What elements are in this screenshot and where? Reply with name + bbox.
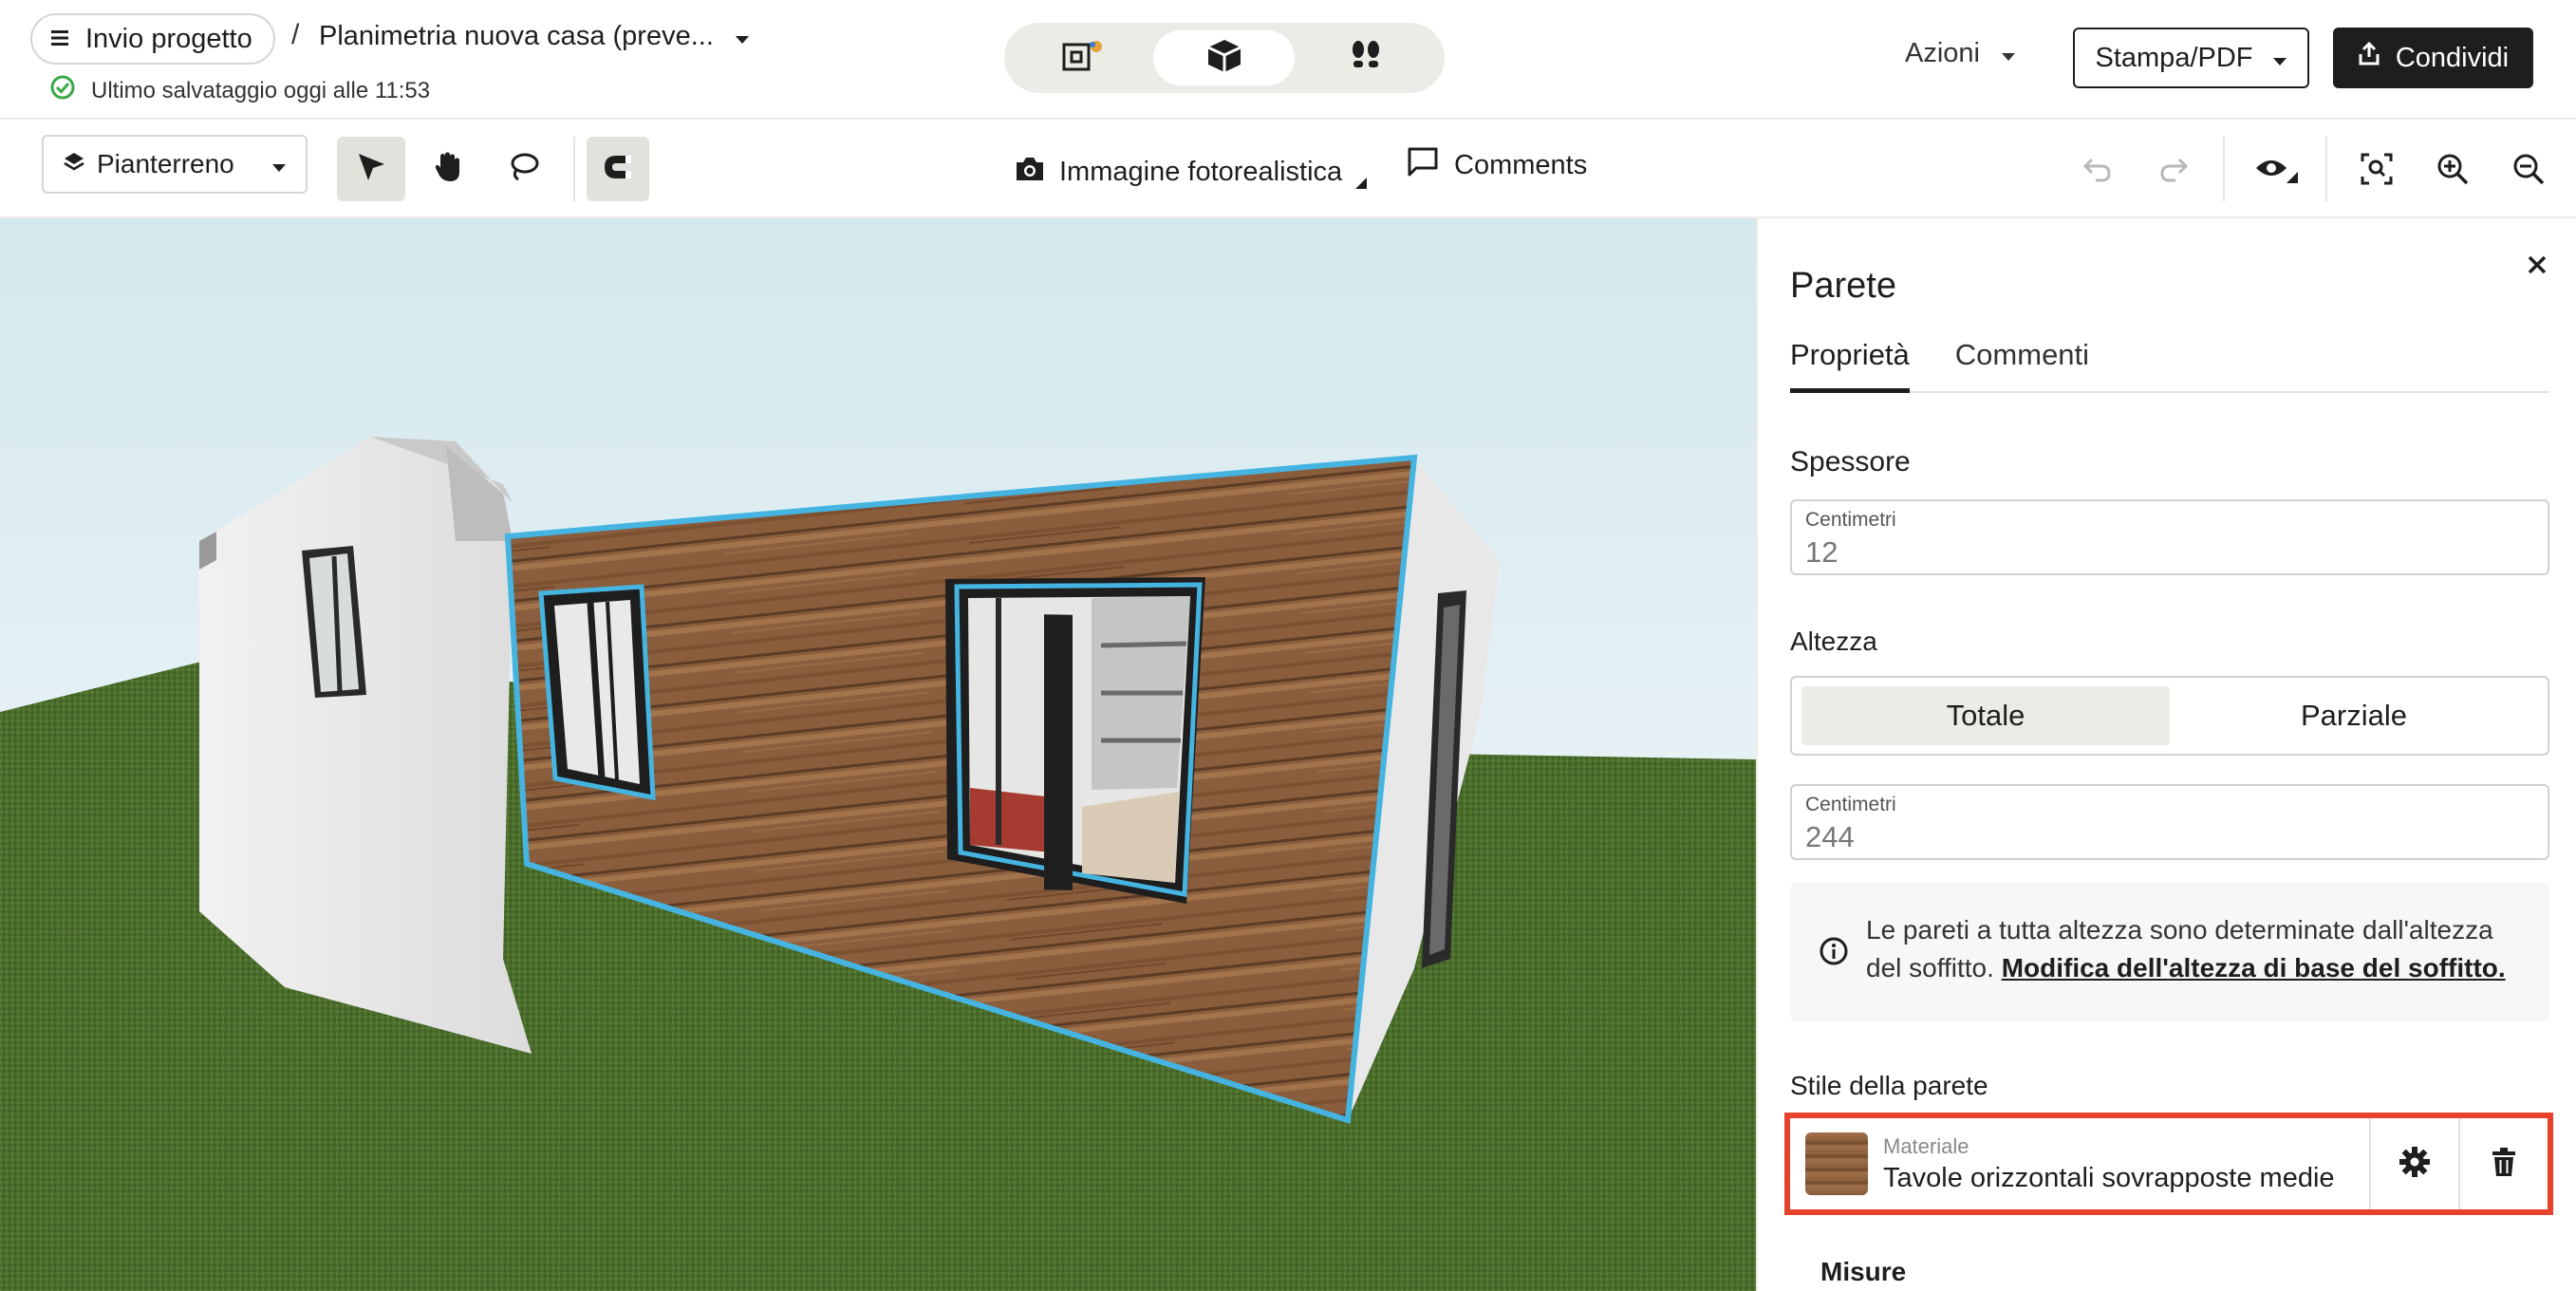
photorealistic-image-label: Immagine fotorealistica [1059, 157, 1343, 187]
height-total-option[interactable]: Totale [1801, 686, 2170, 745]
snap-toggle-button[interactable] [587, 137, 649, 201]
comment-bubble-icon [1407, 146, 1439, 184]
view-3d-button[interactable] [1153, 30, 1295, 85]
check-circle-icon [49, 74, 76, 107]
breadcrumb-separator: / [291, 19, 300, 50]
trash-icon [2491, 1147, 2517, 1182]
zoom-out-button[interactable] [2506, 148, 2551, 194]
thickness-field[interactable]: Centimetri 12 [1790, 499, 2549, 575]
project-menu-button[interactable]: Invio progetto [30, 13, 275, 65]
print-pdf-label: Stampa/PDF [2095, 42, 2253, 73]
actions-label: Azioni [1905, 38, 1980, 68]
undo-icon [2082, 156, 2113, 187]
floor-label: Pianterreno [97, 149, 234, 178]
3d-viewport[interactable] [0, 218, 1756, 1291]
wall-material-row[interactable]: Materiale Tavole orizzontali sovrapposte… [1784, 1113, 2553, 1215]
thickness-value: 12 [1805, 535, 1839, 569]
caret-down-icon [2001, 38, 2016, 69]
wall-window-small[interactable] [538, 584, 656, 801]
floorplan-2d-icon [1060, 37, 1106, 80]
select-tool-button[interactable] [337, 137, 405, 201]
zoom-in-button[interactable] [2430, 148, 2475, 194]
project-title-dropdown[interactable]: Planimetria nuova casa (preve... [319, 21, 750, 52]
comments-button[interactable]: Comments [1407, 146, 1587, 184]
corner-caret-icon [1355, 165, 1368, 196]
view-3d-icon [1205, 38, 1243, 79]
pan-hand-icon [433, 151, 463, 188]
photorealistic-image-button[interactable]: Immagine fotorealistica [1014, 148, 1368, 196]
edit-ceiling-height-link[interactable]: Modifica dell'altezza di base del soffit… [2002, 953, 2506, 982]
save-status: Ultimo salvataggio oggi alle 11:53 [49, 74, 430, 107]
share-label: Condividi [2395, 42, 2510, 73]
toolbar-divider [2325, 137, 2327, 201]
eye-icon [2254, 155, 2298, 188]
tab-properties[interactable]: Proprietà [1790, 338, 1910, 393]
camera-icon [1014, 156, 1046, 190]
layers-icon [63, 149, 85, 179]
visibility-button[interactable] [2248, 148, 2305, 194]
view-2d-button[interactable] [1012, 30, 1153, 85]
height-mode-toggle: Totale Parziale [1790, 676, 2549, 756]
close-icon[interactable] [2527, 247, 2548, 284]
thickness-unit-label: Centimetri [1805, 509, 1896, 531]
share-button[interactable]: Condividi [2333, 28, 2533, 88]
wall-style-section-label: Stile della parete [1790, 1071, 1988, 1100]
panel-title: Parete [1790, 266, 1896, 306]
redo-icon [2158, 156, 2189, 187]
pan-tool-button[interactable] [414, 137, 482, 201]
print-pdf-button[interactable]: Stampa/PDF [2073, 28, 2309, 88]
zoom-fit-icon [2360, 152, 2394, 191]
select-arrow-icon [355, 151, 387, 188]
top-bar: Invio progetto / Planimetria nuova casa … [0, 0, 2576, 120]
gear-icon [2398, 1145, 2432, 1184]
height-unit-label: Centimetri [1805, 794, 1896, 815]
toolbar-divider [2223, 137, 2225, 201]
zoom-fit-button[interactable] [2354, 148, 2399, 194]
redo-button[interactable] [2151, 148, 2196, 194]
properties-panel: Parete Proprietà Commenti Spessore Centi… [1756, 218, 2576, 1291]
view-mode-switch [1004, 23, 1445, 93]
zoom-in-icon [2436, 152, 2470, 191]
actions-dropdown[interactable]: Azioni [1905, 38, 2016, 69]
caret-down-icon [735, 21, 750, 52]
material-label: Materiale [1883, 1133, 1969, 1158]
thickness-section-label: Spessore [1790, 446, 1911, 477]
height-field[interactable]: Centimetri 244 [1790, 784, 2549, 860]
save-status-text: Ultimo salvataggio oggi alle 11:53 [91, 77, 431, 103]
floor-selector[interactable]: Pianterreno [42, 135, 308, 194]
info-icon [1819, 936, 1849, 977]
undo-button[interactable] [2075, 148, 2120, 194]
height-section-label: Altezza [1790, 627, 1877, 656]
walkthrough-button[interactable] [1295, 30, 1436, 85]
ceiling-info-box: Le pareti a tutta altezza sono determina… [1790, 883, 2549, 1021]
lasso-tool-button[interactable] [490, 137, 558, 201]
wall-window-large[interactable] [945, 577, 1205, 904]
lasso-icon [508, 151, 540, 188]
toolbar-divider [573, 137, 575, 201]
height-value: 244 [1805, 820, 1855, 853]
measures-section-label: Misure [1820, 1257, 1907, 1286]
material-settings-button[interactable] [2369, 1118, 2458, 1209]
material-name: Tavole orizzontali sovrapposte medie [1883, 1162, 2335, 1193]
material-delete-button[interactable] [2458, 1118, 2548, 1209]
caret-down-icon [271, 149, 287, 179]
hamburger-icon [51, 24, 72, 55]
walkthrough-icon [1347, 37, 1385, 80]
project-menu-label: Invio progetto [85, 23, 252, 54]
share-icon [2358, 41, 2380, 74]
panel-tabs: Proprietà Commenti [1790, 338, 2549, 393]
zoom-out-icon [2511, 152, 2546, 191]
material-swatch[interactable] [1805, 1132, 1868, 1195]
3d-scene[interactable] [0, 218, 1756, 1291]
magnet-icon [601, 152, 635, 187]
height-partial-option[interactable]: Parziale [2170, 686, 2538, 745]
material-info: Materiale Tavole orizzontali sovrapposte… [1883, 1134, 2369, 1194]
project-title: Planimetria nuova casa (preve... [319, 21, 714, 51]
caret-down-icon [2272, 43, 2287, 74]
toolbar: Pianterreno Immagine fotorealistica Comm… [0, 120, 2576, 218]
comments-label: Comments [1454, 149, 1588, 180]
tab-comments[interactable]: Commenti [1955, 338, 2089, 393]
